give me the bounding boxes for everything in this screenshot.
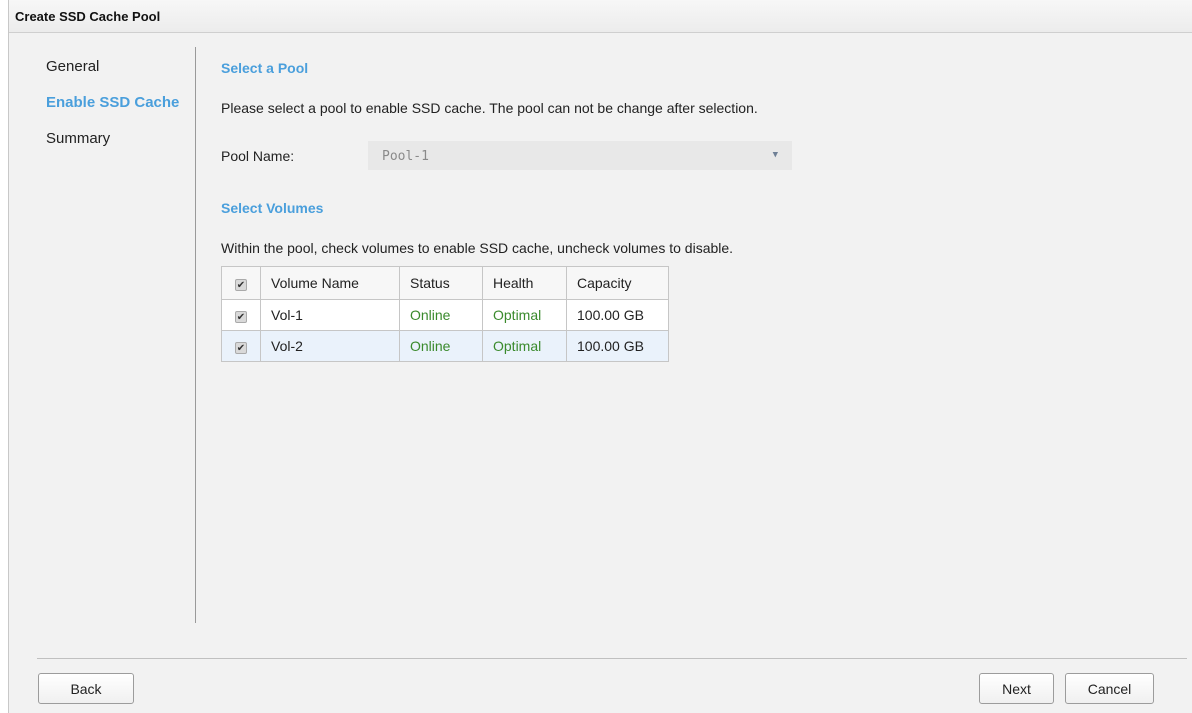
table-row[interactable]: ✔ Vol-2 Online Optimal 100.00 GB (221, 330, 669, 362)
select-all-cell[interactable]: ✔ (221, 266, 261, 300)
nav-item-enable-ssd-cache[interactable]: Enable SSD Cache (46, 94, 179, 111)
volume-name-cell: Vol-1 (260, 299, 400, 331)
health-cell: Optimal (482, 299, 567, 331)
column-header-volume-name[interactable]: Volume Name (260, 266, 400, 300)
cancel-button[interactable]: Cancel (1065, 673, 1154, 704)
capacity-cell: 100.00 GB (566, 330, 669, 362)
select-volumes-heading: Select Volumes (221, 200, 324, 216)
health-cell: Optimal (482, 330, 567, 362)
select-all-checkbox[interactable]: ✔ (235, 279, 247, 291)
back-button[interactable]: Back (38, 673, 134, 704)
column-header-capacity[interactable]: Capacity (566, 266, 669, 300)
row-checkbox[interactable]: ✔ (235, 342, 247, 354)
table-header-row: ✔ Volume Name Status Health Capacity (221, 266, 669, 300)
column-header-status[interactable]: Status (399, 266, 483, 300)
next-button[interactable]: Next (979, 673, 1054, 704)
row-checkbox-cell[interactable]: ✔ (221, 299, 261, 331)
select-pool-heading: Select a Pool (221, 60, 309, 76)
nav-item-general[interactable]: General (46, 58, 99, 75)
status-cell: Online (399, 330, 483, 362)
pool-name-select[interactable]: Pool-1 ▼ (368, 141, 792, 170)
create-ssd-cache-pool-dialog: Create SSD Cache Pool General Enable SSD… (8, 0, 1192, 713)
select-pool-description: Please select a pool to enable SSD cache… (221, 100, 758, 116)
row-checkbox[interactable]: ✔ (235, 311, 247, 323)
volumes-table: ✔ Volume Name Status Health Capacity ✔ V… (221, 266, 669, 362)
chevron-down-icon: ▼ (772, 150, 778, 160)
nav-divider (195, 47, 196, 623)
wizard-nav: General Enable SSD Cache Summary (9, 33, 194, 623)
column-header-health[interactable]: Health (482, 266, 567, 300)
pool-name-label: Pool Name: (221, 148, 295, 164)
table-row[interactable]: ✔ Vol-1 Online Optimal 100.00 GB (221, 299, 669, 331)
dialog-title: Create SSD Cache Pool (9, 0, 1192, 33)
row-checkbox-cell[interactable]: ✔ (221, 330, 261, 362)
select-volumes-description: Within the pool, check volumes to enable… (221, 240, 734, 256)
status-cell: Online (399, 299, 483, 331)
pool-name-value: Pool-1 (382, 149, 429, 164)
nav-item-summary[interactable]: Summary (46, 130, 110, 147)
volume-name-cell: Vol-2 (260, 330, 400, 362)
footer-divider (37, 658, 1187, 659)
capacity-cell: 100.00 GB (566, 299, 669, 331)
